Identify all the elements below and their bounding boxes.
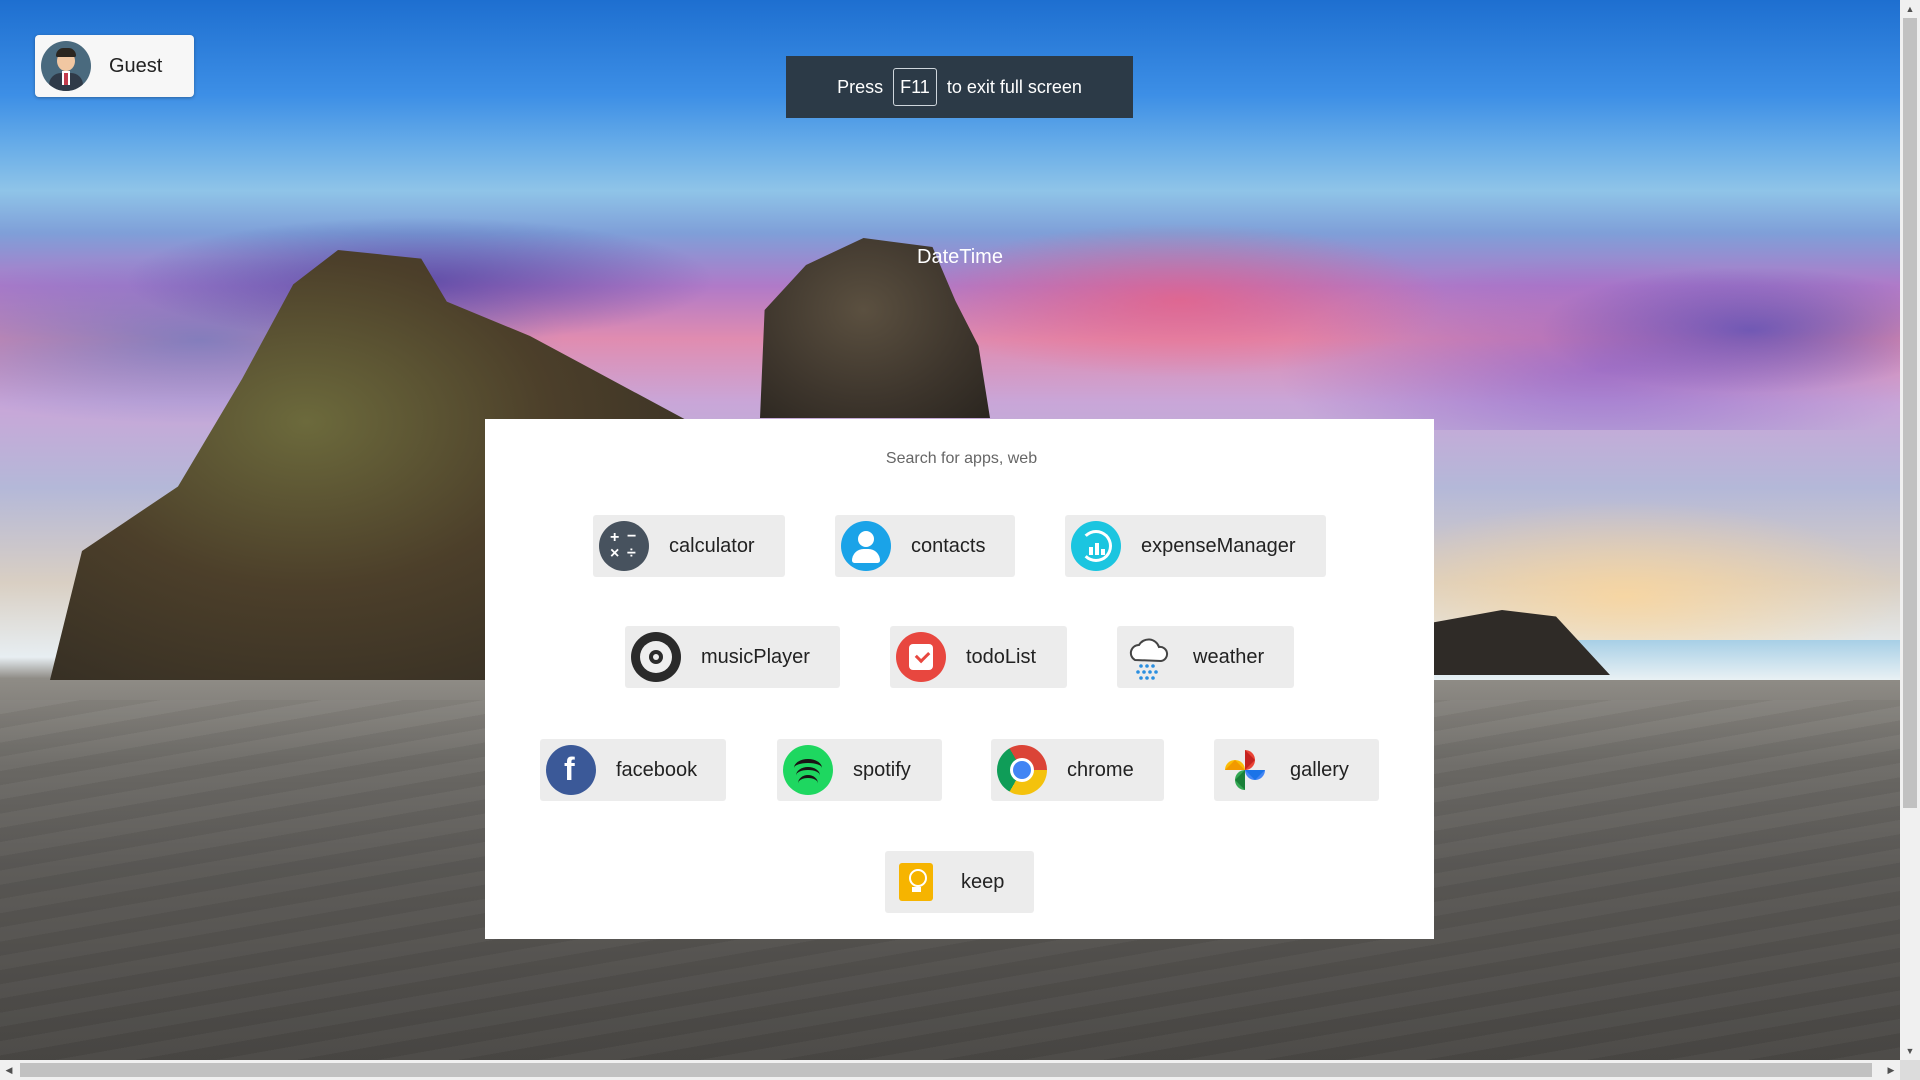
app-label: musicPlayer xyxy=(701,645,810,668)
spotify-icon xyxy=(783,745,833,795)
search-input[interactable] xyxy=(485,443,1438,475)
app-facebook[interactable]: f facebook xyxy=(540,739,726,801)
app-keep[interactable]: keep xyxy=(885,851,1034,913)
app-launcher-panel: +− ×÷ calculator contacts expenseManager… xyxy=(485,419,1438,939)
app-label: expenseManager xyxy=(1141,534,1296,557)
app-chrome[interactable]: chrome xyxy=(991,739,1164,801)
contacts-icon xyxy=(841,521,891,571)
app-contacts[interactable]: contacts xyxy=(835,515,1015,577)
facebook-icon: f xyxy=(546,745,596,795)
scrollbar-corner xyxy=(1900,1060,1920,1080)
app-calculator[interactable]: + − × ÷ calculator xyxy=(593,515,785,577)
weather-icon xyxy=(1123,632,1173,682)
scroll-down-arrow-icon[interactable]: ▼ xyxy=(1900,1042,1920,1060)
app-label: keep xyxy=(961,870,1005,893)
datetime-label: DateTime xyxy=(917,246,1003,268)
app-label: chrome xyxy=(1067,758,1134,781)
app-spotify[interactable]: spotify xyxy=(777,739,942,801)
music-player-icon xyxy=(631,632,681,682)
scroll-right-arrow-icon[interactable]: ▶ xyxy=(1882,1060,1900,1080)
app-gallery[interactable]: gallery xyxy=(1214,739,1379,801)
expense-manager-icon xyxy=(1071,521,1121,571)
scroll-left-arrow-icon[interactable]: ◀ xyxy=(0,1060,18,1080)
app-label: gallery xyxy=(1290,758,1349,781)
avatar xyxy=(41,41,91,91)
fullscreen-notice-prefix: Press xyxy=(837,76,884,97)
fullscreen-notice-suffix: to exit full screen xyxy=(946,76,1082,97)
chrome-icon xyxy=(997,745,1047,795)
todo-list-icon xyxy=(896,632,946,682)
f11-key: F11 xyxy=(893,68,937,106)
gallery-icon xyxy=(1220,745,1270,795)
horizontal-scroll-thumb[interactable] xyxy=(20,1063,1872,1077)
app-label: facebook xyxy=(616,758,698,781)
vertical-scrollbar[interactable]: ▲ ▼ xyxy=(1900,0,1920,1060)
app-todo-list[interactable]: todoList xyxy=(890,626,1067,688)
app-expense-manager[interactable]: expenseManager xyxy=(1065,515,1326,577)
fullscreen-notice: Press F11 to exit full screen xyxy=(786,56,1133,118)
user-name: Guest xyxy=(109,54,163,77)
calculator-icon: + − × ÷ xyxy=(599,521,649,571)
app-label: todoList xyxy=(966,645,1037,668)
app-weather[interactable]: weather xyxy=(1117,626,1294,688)
app-label: weather xyxy=(1193,645,1265,668)
app-label: contacts xyxy=(911,534,986,557)
app-music-player[interactable]: musicPlayer xyxy=(625,626,840,688)
vertical-scroll-thumb[interactable] xyxy=(1903,18,1917,808)
horizontal-scrollbar[interactable]: ◀ ▶ xyxy=(0,1060,1900,1080)
scroll-up-arrow-icon[interactable]: ▲ xyxy=(1900,0,1920,18)
app-label: calculator xyxy=(669,534,755,557)
user-profile-button[interactable]: Guest xyxy=(35,35,194,97)
app-label: spotify xyxy=(853,758,911,781)
keep-icon xyxy=(891,857,941,907)
desktop-background: Guest Press F11 to exit full screen Date… xyxy=(0,0,1900,1060)
